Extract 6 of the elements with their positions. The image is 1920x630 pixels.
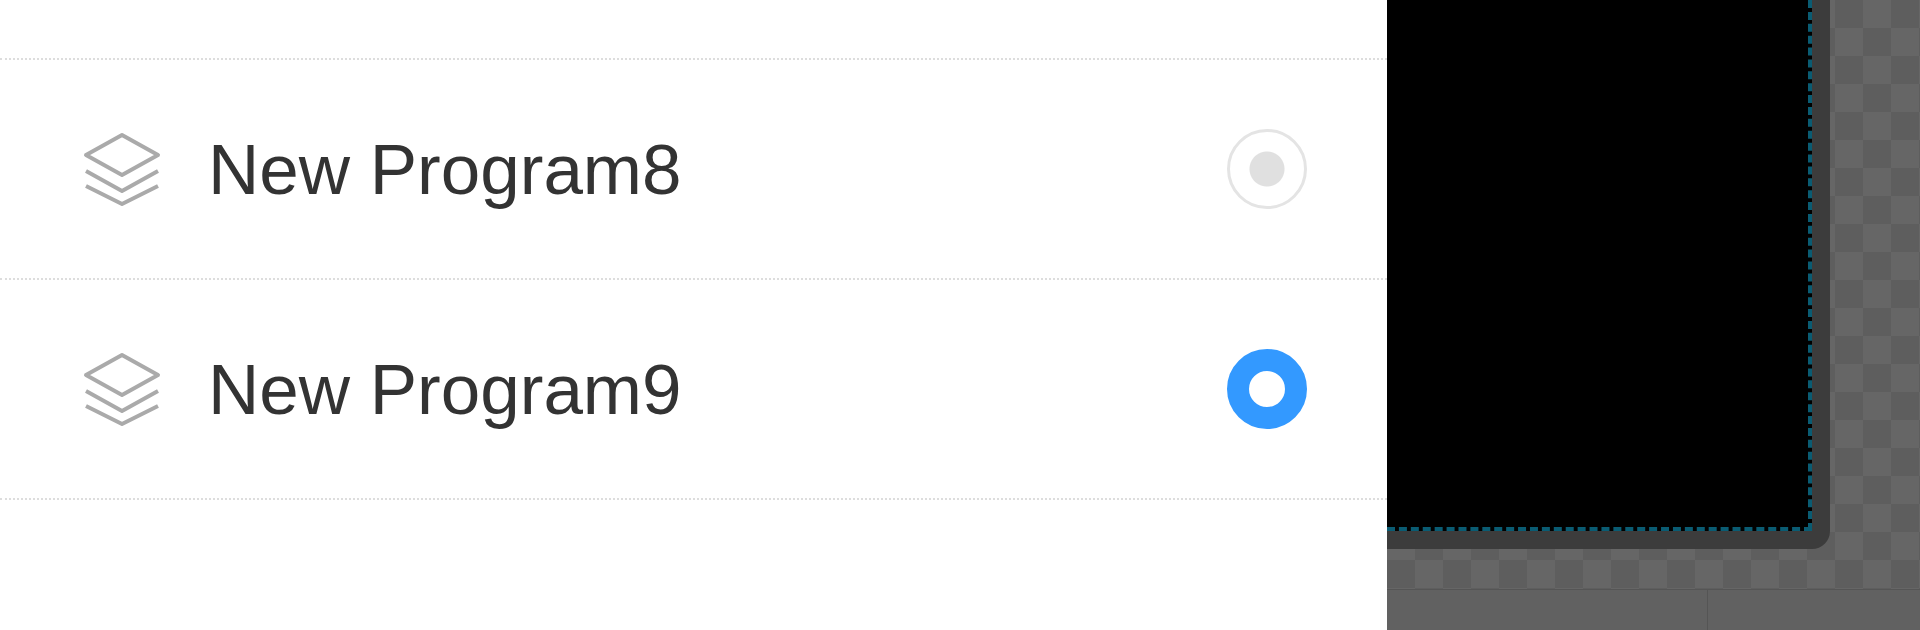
layers-icon [82,351,162,427]
program-name: New Program8 [208,128,683,210]
layers-icon [82,131,162,207]
program-item[interactable]: New Program8 [0,60,1387,280]
program-name: New Program9 [208,348,683,430]
program-item[interactable]: New Program9 [0,280,1387,500]
